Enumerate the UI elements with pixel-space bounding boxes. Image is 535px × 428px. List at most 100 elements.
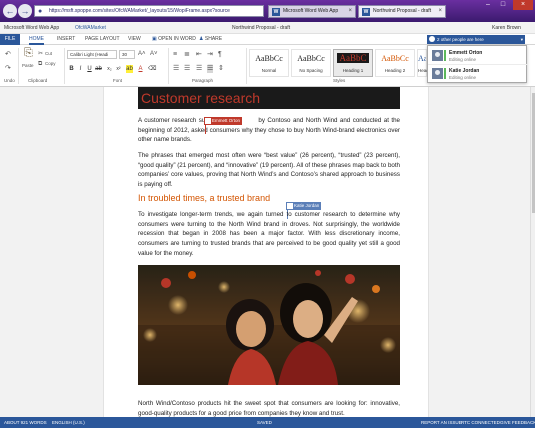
coauthor-flag: Emmett Orton (204, 117, 243, 125)
ltr-icon[interactable]: ¶ (218, 51, 222, 59)
chevron-down-icon: ▾ (520, 37, 523, 42)
divider (64, 48, 65, 84)
presence-item[interactable]: Katie Jordan Editing online (428, 65, 528, 83)
paragraph[interactable]: To investigate longer-term trends, we ag… (138, 210, 400, 259)
globe-icon: ● (38, 8, 43, 15)
style-sample: AaBbCc (418, 54, 426, 63)
copy-label[interactable]: Copy (45, 61, 56, 66)
doc-subheading[interactable]: In troubled times, a trusted brand (138, 193, 270, 203)
style-no-spacing[interactable]: AaBbCc No Spacing (291, 49, 331, 77)
word-count: ABOUT 921 WORDS (4, 420, 47, 425)
highlight-icon[interactable]: ab (126, 65, 133, 73)
avatar (432, 50, 443, 61)
font-size-select[interactable]: 30 (119, 50, 135, 59)
italic-icon[interactable]: I (77, 65, 84, 73)
user-name[interactable]: Karen Brown (492, 22, 521, 34)
clear-formatting-icon[interactable]: ⌫ (148, 65, 156, 73)
grow-font-icon[interactable]: A˄ (138, 50, 146, 58)
report-issue-link[interactable]: REPORT AN ISSUE (421, 417, 462, 428)
decrease-indent-icon[interactable]: ⇤ (196, 51, 202, 59)
coauthor-flag: Katie Jordan (286, 202, 322, 210)
photo-two-women-selfie[interactable] (138, 265, 400, 385)
presence-status: Editing online (449, 75, 477, 80)
align-left-icon[interactable]: ☰ (173, 65, 179, 73)
font-color-icon[interactable]: A (137, 65, 144, 73)
shrink-font-icon[interactable]: A˅ (150, 50, 158, 58)
word-icon: ▣ (152, 36, 157, 42)
tab-home[interactable]: HOME (29, 34, 44, 45)
style-heading-2[interactable]: AaBbCc Heading 2 (375, 49, 415, 77)
paragraph[interactable]: North Wind/Contoso products hit the swee… (138, 399, 400, 417)
presence-badge[interactable]: 2 other people are here ▾ (427, 35, 525, 44)
underline-icon[interactable]: U (86, 65, 93, 73)
tab-view[interactable]: VIEW (128, 34, 141, 45)
coauthor-name: Emmett Orton (212, 118, 241, 123)
paste-icon[interactable]: ⎘ (24, 48, 33, 59)
style-sample: AaBbCc (381, 54, 409, 63)
presence-status: Editing online (449, 57, 477, 62)
line-spacing-icon[interactable]: ⇕ (218, 65, 224, 73)
document-page[interactable]: Customer research A customer research su… (103, 87, 429, 417)
strikethrough-icon[interactable]: ab (95, 65, 102, 73)
align-right-icon[interactable]: ☰ (196, 65, 202, 73)
tab-insert[interactable]: INSERT (57, 34, 75, 45)
tab-label: Microsoft Word Web App (283, 8, 339, 14)
maximize-icon[interactable]: □ (496, 0, 510, 10)
copy-icon[interactable]: ⧉ (38, 60, 42, 68)
minimize-icon[interactable]: – (481, 0, 495, 10)
undo-icon[interactable]: ↶ (5, 51, 11, 59)
online-status-indicator (444, 68, 446, 79)
divider (168, 48, 169, 84)
increase-indent-icon[interactable]: ⇥ (207, 51, 213, 59)
site-link[interactable]: OfcWAMarket (75, 22, 106, 34)
browser-toolbar: ← → ● https://msft.spoppe.com/sites/OfcW… (0, 0, 535, 22)
paragraph-group-label: Paragraph (192, 78, 214, 83)
close-icon[interactable]: × (348, 6, 352, 17)
bullets-icon[interactable]: ≡ (173, 51, 177, 59)
tab-file[interactable]: FILE (0, 34, 20, 45)
coauthor-name: Katie Jordan (294, 203, 320, 208)
forward-button[interactable]: → (18, 4, 32, 18)
presence-item[interactable]: Emmett Orton Editing online (428, 47, 528, 65)
align-center-icon[interactable]: ☰ (184, 65, 190, 73)
tab-northwind-proposal[interactable]: W Northwind Proposal - draft × (358, 5, 446, 18)
font-group-label: Font (113, 78, 123, 83)
app-title-bar: Microsoft Word Web App OfcWAMarket North… (0, 22, 535, 34)
superscript-icon[interactable]: x² (115, 65, 122, 73)
style-sample: AaBbC (337, 53, 369, 63)
font-family-select[interactable]: Calibri Light (Headi (67, 50, 117, 59)
subscript-icon[interactable]: x₂ (106, 65, 113, 73)
redo-icon[interactable]: ↷ (5, 65, 11, 73)
tab-open-in-word[interactable]: ▣ OPEN IN WORD (152, 34, 196, 45)
style-normal[interactable]: AaBbCc Normal (249, 49, 289, 77)
window-close-icon[interactable]: × (513, 0, 533, 10)
style-heading-1[interactable]: AaBbC Heading 1 (333, 49, 373, 77)
cut-icon[interactable]: ✂ (38, 50, 43, 58)
language-indicator[interactable]: ENGLISH (U.S.) (52, 417, 85, 428)
justify-icon[interactable]: ☰ (207, 65, 214, 73)
tab-page-layout[interactable]: PAGE LAYOUT (85, 34, 120, 45)
styles-group-label: Styles (333, 78, 346, 83)
clipboard-group-label: Clipboard (28, 78, 48, 83)
style-heading-3[interactable]: AaBbCc Heading 3 (417, 49, 439, 77)
address-bar[interactable]: ● https://msft.spoppe.com/sites/OfcWAMar… (34, 5, 264, 17)
paragraph[interactable]: The phrases that emerged most often were… (138, 151, 400, 190)
style-sample: AaBbCc (297, 54, 325, 63)
person-icon (205, 118, 211, 124)
numbering-icon[interactable]: ≣ (184, 51, 190, 59)
tab-word-web-app[interactable]: W Microsoft Word Web App × (268, 5, 356, 18)
back-button[interactable]: ← (3, 4, 17, 18)
tab-label: Northwind Proposal - draft (373, 8, 432, 14)
style-name: Heading 3 (418, 68, 439, 73)
doc-heading[interactable]: Customer research (138, 87, 400, 109)
paragraph[interactable]: A customer research surv by Contoso and N… (138, 116, 400, 145)
tab-share[interactable]: ♟ SHARE (199, 34, 222, 45)
paste-label[interactable]: Paste (22, 63, 34, 68)
cut-label[interactable]: Cut (45, 51, 52, 56)
close-icon[interactable]: × (438, 6, 442, 17)
vertical-scrollbar[interactable] (530, 87, 535, 417)
photo-illustration (138, 265, 400, 385)
share-label: SHARE (204, 36, 223, 42)
feedback-link[interactable]: GIVE FEEDBACK (500, 417, 535, 428)
bold-icon[interactable]: B (68, 65, 75, 73)
